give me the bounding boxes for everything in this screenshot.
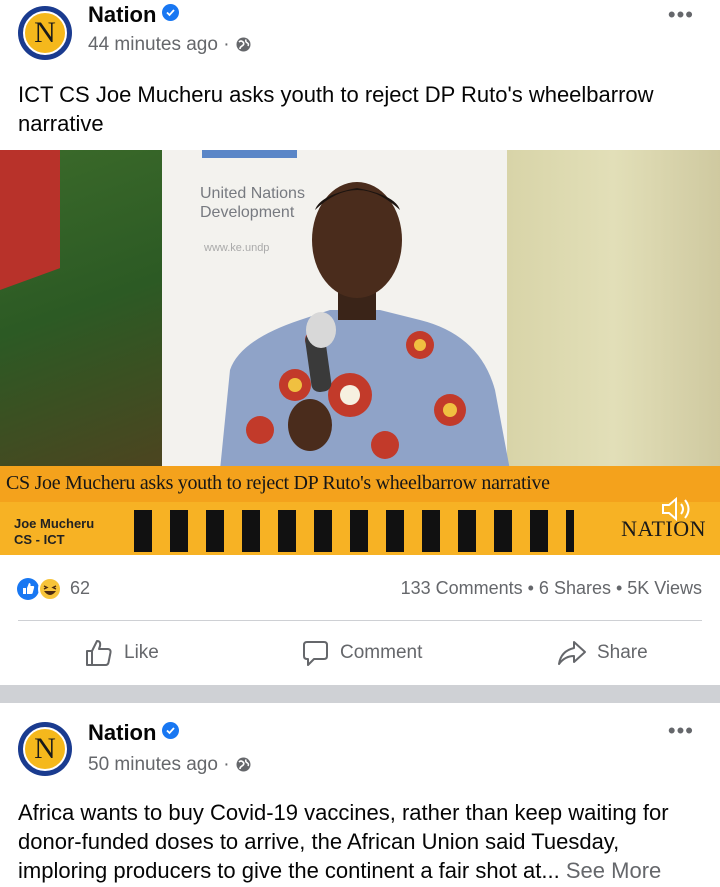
speaker-icon[interactable] [660, 495, 694, 523]
post-time[interactable]: 50 minutes ago [88, 754, 218, 775]
comment-label: Comment [340, 642, 423, 663]
haha-reaction-icon [38, 577, 62, 601]
post-header: N Nation 50 minutes ago · ••• [0, 716, 720, 786]
page-name-row: Nation [88, 2, 180, 28]
post-meta: 44 minutes ago · [88, 34, 252, 59]
share-icon [558, 641, 586, 665]
lower-third-name-bar: Joe Mucheru CS - ICT NATION [0, 502, 720, 555]
lower-third-stripes [134, 510, 574, 552]
avatar-letter: N [23, 11, 67, 55]
post-actions: Like Comment Share [0, 624, 720, 682]
comment-icon [303, 640, 328, 666]
post-time[interactable]: 44 minutes ago [88, 34, 218, 55]
post-text: ICT CS Joe Mucheru asks youth to reject … [18, 82, 654, 136]
page-name[interactable]: Nation [88, 2, 156, 27]
share-label: Share [597, 642, 648, 663]
like-label: Like [124, 642, 159, 663]
more-options-icon[interactable]: ••• [668, 718, 694, 744]
post-meta: 50 minutes ago · [88, 754, 252, 779]
speaker-figure [220, 182, 510, 470]
lower-third-headline: CS Joe Mucheru asks youth to reject DP R… [6, 472, 550, 494]
verified-icon [162, 722, 180, 739]
globe-icon [235, 756, 252, 779]
divider [18, 620, 702, 621]
avatar-letter: N [23, 727, 67, 771]
video-lower-third: CS Joe Mucheru asks youth to reject DP R… [0, 466, 720, 555]
page-name-row: Nation [88, 720, 180, 746]
page-avatar[interactable]: N [18, 722, 72, 776]
globe-icon [235, 36, 252, 59]
page-name[interactable]: Nation [88, 720, 156, 745]
like-icon [86, 640, 112, 666]
lower-third-name: Joe Mucheru CS - ICT [14, 516, 95, 547]
post-header: N Nation 44 minutes ago · ••• [0, 0, 720, 70]
like-button[interactable]: Like [84, 624, 159, 682]
post-stats: 62 133 Comments • 6 Shares • 5K Views [0, 568, 720, 608]
see-more-link[interactable]: See More [566, 858, 661, 883]
verified-icon [162, 4, 180, 21]
comment-button[interactable]: Comment [301, 624, 422, 682]
share-button[interactable]: Share [557, 624, 648, 682]
more-options-icon[interactable]: ••• [668, 2, 694, 28]
like-reaction-icon [17, 578, 39, 600]
feed-separator [0, 685, 720, 703]
lower-third-headline-bar: CS Joe Mucheru asks youth to reject DP R… [0, 466, 720, 502]
engagement-stats[interactable]: 133 Comments • 6 Shares • 5K Views [401, 578, 702, 599]
video-player[interactable]: United Nations Development www.ke.undp C… [0, 150, 720, 555]
reactions-icons[interactable] [17, 577, 65, 601]
page-avatar[interactable]: N [18, 6, 72, 60]
post-text: Africa wants to buy Covid-19 vaccines, r… [18, 798, 702, 885]
reactions-count[interactable]: 62 [70, 578, 90, 599]
